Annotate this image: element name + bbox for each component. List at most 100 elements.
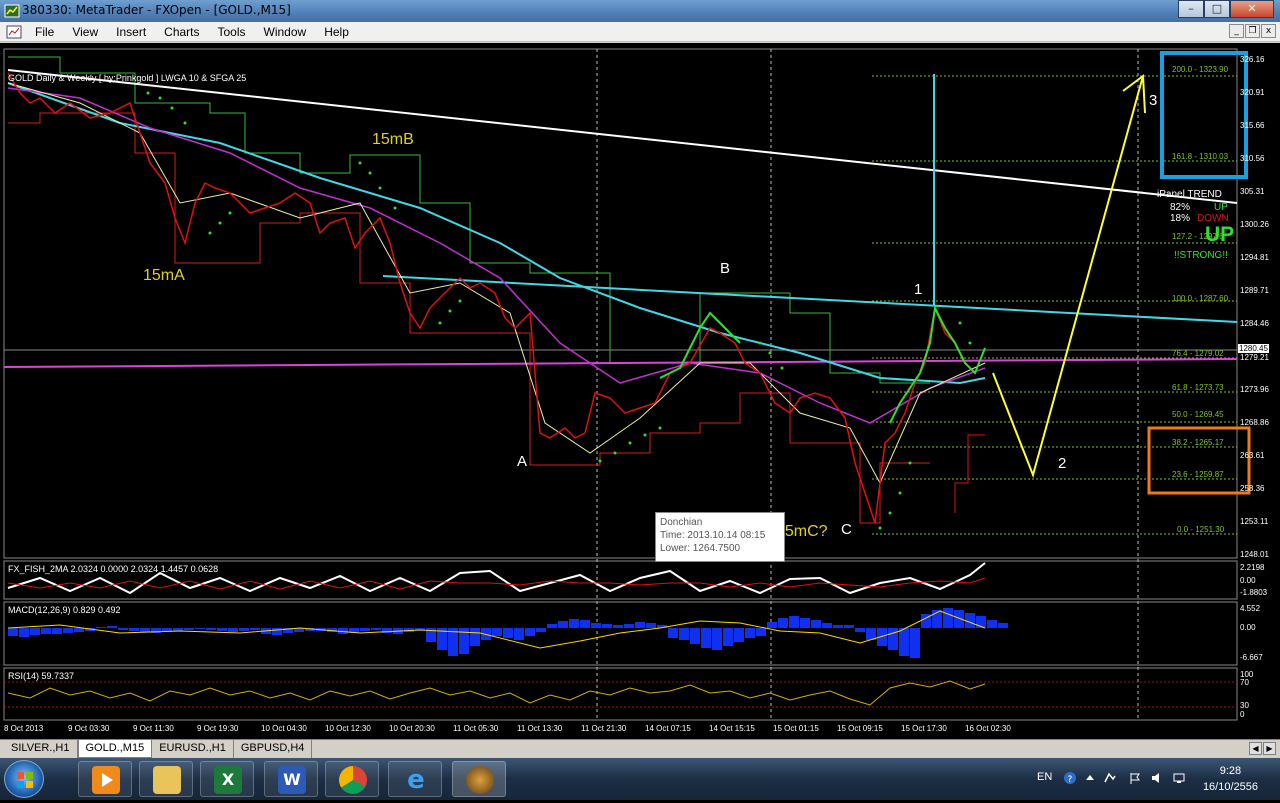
start-button[interactable]	[4, 760, 44, 798]
macd-bar	[888, 628, 898, 650]
taskbar-word[interactable]: W	[264, 761, 318, 797]
tab-gbpusd-h4[interactable]: GBPUSD,H4	[234, 740, 313, 758]
price-tick: 320.91	[1240, 88, 1265, 97]
fib-label: 50.0 - 1269.45	[1172, 410, 1224, 419]
macd-scale-mid: 0.00	[1240, 623, 1256, 632]
tooltip-name: Donchian	[660, 517, 703, 528]
language-indicator[interactable]: EN	[1037, 771, 1052, 783]
macd-bar	[360, 628, 370, 631]
close-button[interactable]: ✕	[1230, 0, 1274, 18]
ipanel-up-pct: 82%	[1170, 202, 1191, 213]
macd-bar	[184, 628, 194, 630]
clock[interactable]: 9:28 16/10/2556	[1203, 763, 1258, 795]
taskbar-excel[interactable]: X	[200, 761, 254, 797]
macd-bar	[833, 625, 843, 628]
rsi-label: RSI(14) 59.7337	[8, 671, 75, 681]
time-tick: 15 Oct 01:15	[773, 724, 819, 733]
ma-cyan	[7, 82, 986, 385]
macd-bar	[855, 628, 865, 632]
time-tick: 8 Oct 2013	[4, 724, 44, 733]
network-icon[interactable]	[1172, 771, 1186, 785]
macd-bar	[778, 618, 788, 628]
menu-file[interactable]: File	[26, 25, 63, 39]
mdi-restore-button[interactable]: ❐	[1245, 24, 1260, 38]
price-tick: 1289.71	[1240, 286, 1269, 295]
donchian-tooltip: Donchian Time: 2013.10.14 08:15 Lower: 1…	[655, 512, 785, 562]
folder-icon	[153, 766, 181, 794]
windows-taskbar: X W e EN ? 9:28 16/10/2556	[0, 758, 1280, 800]
menu-help[interactable]: Help	[315, 25, 358, 39]
ipanel-down-pct: 18%	[1170, 213, 1191, 224]
taskbar-file-explorer[interactable]	[139, 761, 193, 797]
tab-eurusd-h1[interactable]: EURUSD.,H1	[152, 740, 234, 758]
price-chart[interactable]: GOLD Daily & Weekly [ by:Prinkgold ] LWG…	[0, 43, 1280, 739]
donchian-upper	[8, 56, 930, 384]
menu-view[interactable]: View	[63, 25, 107, 39]
macd-bar	[591, 623, 601, 628]
tab-silver-h1[interactable]: SILVER.,H1	[4, 740, 78, 758]
tray-expand-icon[interactable]	[1083, 771, 1097, 785]
tab-gold-m15[interactable]: GOLD.,M15	[77, 740, 153, 758]
parabolic-sar	[146, 91, 972, 530]
macd-bar	[272, 628, 282, 635]
maximize-button[interactable]: □	[1204, 0, 1230, 18]
svg-text:?: ?	[1068, 775, 1073, 785]
ipanel-title: iPanel TREND	[1157, 189, 1222, 200]
macd-bar	[712, 628, 722, 650]
label-15mb: 15mB	[372, 131, 414, 148]
minimize-button[interactable]: –	[1178, 0, 1204, 18]
macd-bar	[41, 628, 51, 634]
macd-bar	[492, 628, 502, 636]
macd-bar	[19, 628, 29, 637]
menu-bar: File View Insert Charts Tools Window Hel…	[0, 22, 1280, 42]
time-tick: 9 Oct 03:30	[68, 724, 110, 733]
tab-scroll-left-icon[interactable]: ◀	[1249, 742, 1262, 755]
price-series	[7, 72, 986, 524]
macd-bar	[800, 618, 810, 628]
action-center-flag-icon[interactable]	[1128, 771, 1142, 785]
time-tick: 10 Oct 20:30	[389, 724, 435, 733]
chart-tabs: SILVER.,H1 GOLD.,M15 EURUSD.,H1 GBPUSD,H…	[0, 739, 1280, 758]
chrome-icon	[339, 766, 367, 794]
taskbar-internet-explorer[interactable]: e	[388, 761, 442, 797]
taskbar-media-player[interactable]	[78, 761, 132, 797]
price-tick: 310.56	[1240, 154, 1265, 163]
macd-bar	[63, 628, 73, 633]
price-tick: 1248.01	[1240, 550, 1269, 559]
macd-scale-top: 4.552	[1240, 604, 1261, 613]
excel-icon: X	[214, 766, 242, 794]
rsi-scale-30: 30	[1240, 701, 1249, 710]
macd-bar	[228, 628, 238, 632]
windows-logo-icon	[17, 772, 33, 788]
macd-scale-bottom: -6.667	[1240, 653, 1263, 662]
fib-label: 161.8 - 1310.03	[1172, 152, 1229, 161]
macd-bar	[844, 625, 854, 628]
menu-window[interactable]: Window	[255, 25, 316, 39]
macd-bar	[822, 623, 832, 628]
macd-bar	[107, 626, 117, 628]
chart-header: GOLD Daily & Weekly [ by:Prinkgold ] LWG…	[8, 73, 247, 83]
time-tick: 10 Oct 12:30	[325, 724, 371, 733]
volume-icon[interactable]	[1150, 771, 1164, 785]
macd-label: MACD(12,26,9) 0.829 0.492	[8, 605, 121, 615]
menu-charts[interactable]: Charts	[155, 25, 208, 39]
mdi-minimize-button[interactable]: _	[1229, 24, 1244, 38]
chart-window-icon	[6, 25, 22, 38]
price-tick: 315.66	[1240, 121, 1265, 130]
macd-bar	[250, 628, 260, 630]
tab-scroll-right-icon[interactable]: ▶	[1263, 742, 1276, 755]
menu-insert[interactable]: Insert	[107, 25, 155, 39]
mdi-close-button[interactable]: x	[1261, 24, 1276, 38]
fib-label: 38.2 - 1265.17	[1172, 438, 1224, 447]
tray-app-icon[interactable]	[1103, 771, 1117, 785]
taskbar-metatrader[interactable]	[452, 761, 506, 797]
price-tick: 326.16	[1240, 55, 1265, 64]
menu-tools[interactable]: Tools	[209, 25, 255, 39]
time-tick: 9 Oct 11:30	[133, 724, 174, 733]
taskbar-chrome[interactable]	[325, 761, 379, 797]
time-tick: 11 Oct 13:30	[517, 724, 563, 733]
ipanel-trend: UP	[1205, 223, 1235, 246]
price-tick: 1273.96	[1240, 385, 1269, 394]
help-icon[interactable]: ?	[1063, 771, 1077, 785]
macd-bar	[470, 628, 480, 646]
